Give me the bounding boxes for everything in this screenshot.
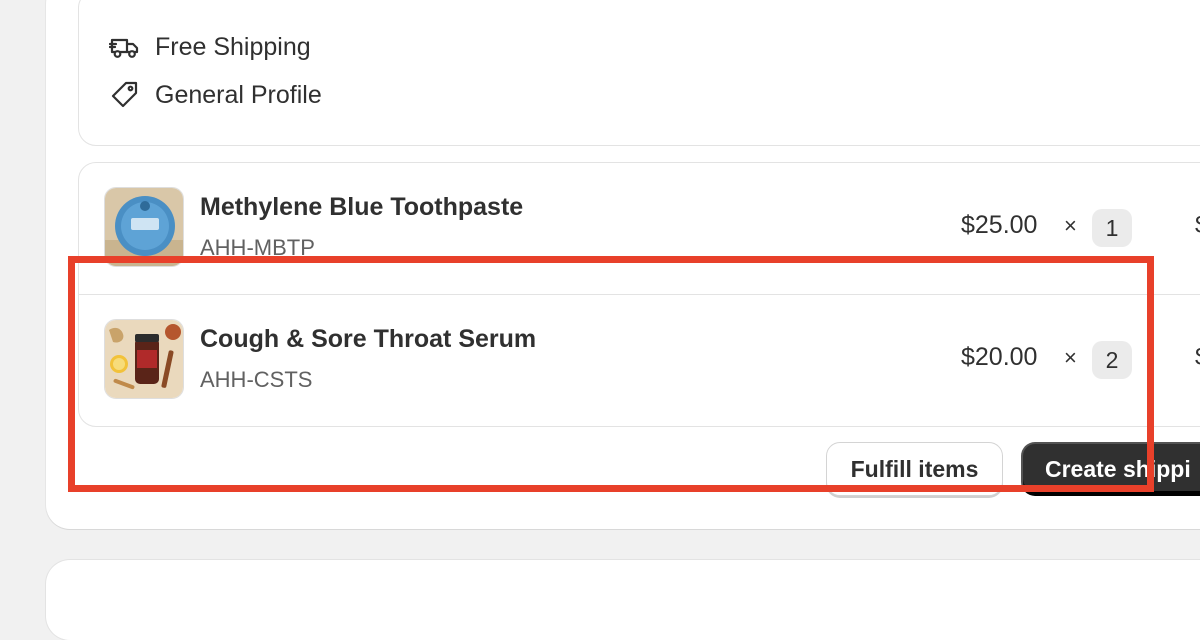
shipping-method-row: Free Shipping [109, 31, 311, 63]
unit-price: $25.00 [961, 211, 1038, 239]
product-sku: AHH-MBTP [200, 235, 315, 260]
quantity-badge: 1 [1092, 209, 1132, 247]
line-item[interactable]: Methylene Blue Toothpaste AHH-MBTP $25.0… [79, 163, 1200, 293]
product-name[interactable]: Cough & Sore Throat Serum [200, 325, 536, 354]
tag-icon [109, 79, 141, 111]
multiply-sign: × [1064, 213, 1077, 238]
line-item[interactable]: Cough & Sore Throat Serum AHH-CSTS $20.0… [79, 294, 1200, 425]
create-shipping-label-button[interactable]: Create shippi [1021, 442, 1200, 496]
fulfill-items-button[interactable]: Fulfill items [826, 442, 1003, 496]
line-total: $ [1195, 211, 1200, 240]
shipping-method-label: Free Shipping [155, 32, 311, 61]
line-total: $ [1195, 343, 1200, 372]
line-items-card: Methylene Blue Toothpaste AHH-MBTP $25.0… [78, 162, 1200, 427]
unit-price: $20.00 [961, 343, 1038, 371]
quantity-badge: 2 [1092, 341, 1132, 379]
product-name[interactable]: Methylene Blue Toothpaste [200, 193, 523, 222]
shipping-info-card: Free Shipping General Profile [78, 0, 1200, 146]
product-sku: AHH-CSTS [200, 367, 313, 392]
shipping-profile-label: General Profile [155, 80, 322, 109]
multiply-sign: × [1064, 345, 1077, 370]
product-thumbnail [104, 319, 184, 399]
truck-icon [109, 31, 141, 63]
next-section-card [46, 560, 1200, 640]
product-thumbnail [104, 187, 184, 267]
shipping-profile-row: General Profile [109, 79, 322, 111]
